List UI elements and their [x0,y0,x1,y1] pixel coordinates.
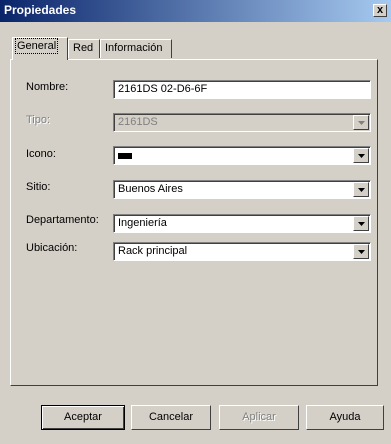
tipo-dropdown: 2161DS [113,113,371,132]
sitio-dropdown[interactable]: Buenos Aires [113,180,371,199]
nombre-field[interactable]: 2161DS 02-D6-6F [113,80,371,99]
window-title: Propiedades [4,3,77,17]
hardware-device-icon [118,153,132,159]
tipo-dropdown-button [353,115,369,130]
aplicar-button: Aplicar [219,405,299,430]
ubicacion-value: Rack principal [118,245,188,257]
departamento-dropdown-button[interactable] [353,216,369,231]
tab-informacion[interactable]: Información [100,39,172,58]
sitio-label: Sitio: [26,181,51,193]
chevron-down-icon [358,188,365,192]
nombre-label: Nombre: [26,81,69,93]
sitio-dropdown-button[interactable] [353,182,369,197]
chevron-down-icon [358,154,365,158]
icono-label: Icono: [26,148,56,160]
ubicacion-dropdown-button[interactable] [353,244,369,259]
tab-red[interactable]: Red [68,39,100,58]
aceptar-button[interactable]: Aceptar [41,405,125,430]
icono-dropdown-button[interactable] [353,148,369,163]
chevron-down-icon [358,250,365,254]
tab-red-label: Red [73,42,94,54]
tab-general[interactable]: General [12,37,68,60]
title-bar[interactable]: Propiedades x [0,0,391,22]
ubicacion-dropdown[interactable]: Rack principal [113,242,371,261]
cancelar-button[interactable]: Cancelar [131,405,211,430]
departamento-label: Departamento: [26,214,99,226]
ubicacion-label: Ubicación: [26,242,78,254]
tipo-value: 2161DS [118,116,158,128]
icono-dropdown[interactable] [113,146,371,165]
departamento-value: Ingeniería [118,217,167,229]
tipo-label: Tipo: [26,114,51,126]
ayuda-button[interactable]: Ayuda [306,405,384,430]
tab-informacion-label: Información [105,42,163,54]
close-button[interactable]: x [373,4,387,17]
departamento-dropdown[interactable]: Ingeniería [113,214,371,233]
nombre-value: 2161DS 02-D6-6F [118,83,208,95]
chevron-down-icon [358,222,365,226]
properties-dialog: Propiedades x General Red Información No… [0,0,391,444]
tab-general-label: General [14,38,59,54]
sitio-value: Buenos Aires [118,183,183,195]
chevron-down-icon [358,121,365,125]
